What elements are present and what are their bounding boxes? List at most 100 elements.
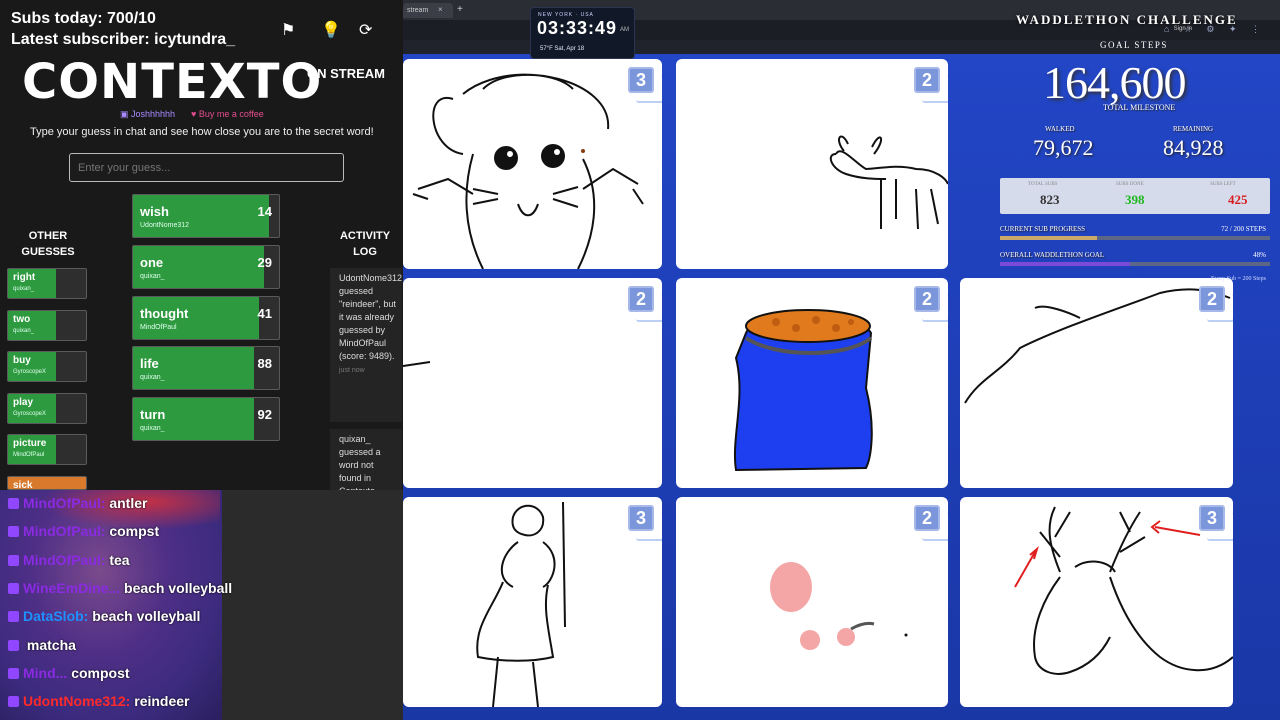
other-guess-card: play GyroscopeX xyxy=(7,392,87,424)
overall-goal-bar xyxy=(1000,262,1270,266)
chat-username[interactable]: UdontNome312: xyxy=(23,693,130,709)
browser-tab-label: stream xyxy=(407,7,429,14)
twitch-icon xyxy=(8,498,19,509)
refresh-icon[interactable]: ⟳ xyxy=(359,20,372,40)
hamster-drawing xyxy=(412,73,644,269)
guess-rank: 41 xyxy=(257,305,272,321)
guess-word: life xyxy=(140,356,159,372)
top-guess-card: thought MindOfPaul 41 xyxy=(132,295,280,340)
flag-icon[interactable]: ⚑ xyxy=(281,20,295,40)
drawing-tile[interactable]: 2 xyxy=(676,59,948,269)
chat-text: matcha xyxy=(23,636,76,653)
browser-tab[interactable]: stream xyxy=(403,3,453,18)
lightbulb-icon[interactable]: 💡 xyxy=(321,20,341,40)
current-progress-fill xyxy=(1000,236,1098,240)
instruction-text: Type your guess in chat and see how clos… xyxy=(30,126,374,138)
chat-username[interactable]: Mind... xyxy=(23,665,67,681)
remaining-label: REMAINING xyxy=(1173,125,1214,133)
goal-overlay: GOAL STEPS 164,600 TOTAL MILESTONE WALKE… xyxy=(995,40,1270,290)
twitch-icon xyxy=(8,582,19,594)
overall-goal-label: OVERALL WADDLETHON GOAL xyxy=(1000,251,1105,259)
score-badge: 2 xyxy=(914,286,948,322)
subs-today: Subs today: 700/10 xyxy=(11,10,156,27)
chat-message: MindOfPaul: tea xyxy=(8,552,130,568)
log-text: UdontNome312 guessed "reindeer", but it … xyxy=(339,273,402,361)
chat-username[interactable]: MindOfPaul: xyxy=(23,523,105,539)
subs-done-value: 398 xyxy=(1125,192,1145,207)
drawing-tile[interactable]: 3 xyxy=(403,59,662,269)
chat-username[interactable]: MindOfPaul: xyxy=(23,495,105,511)
coffee-link[interactable]: ♥ Buy me a coffee xyxy=(191,109,264,119)
chat-text: reindeer xyxy=(130,693,190,710)
guess-rank: 14 xyxy=(257,204,272,219)
walked-value: 79,672 xyxy=(1033,135,1094,160)
guess-word: wish xyxy=(140,204,169,219)
drawing-tile[interactable]: 3 xyxy=(960,497,1233,707)
activity-log-title: ACTIVITY LOG xyxy=(339,230,391,258)
chat-message: WineEmDine... beach volleyball xyxy=(8,580,232,596)
pink-dots-drawing xyxy=(770,562,908,650)
drawing-tile[interactable]: 2 xyxy=(676,278,948,488)
goat-drawing xyxy=(829,135,948,230)
chat-username[interactable]: MindOfPaul: xyxy=(23,552,105,568)
total-subs-value: 823 xyxy=(1040,192,1060,207)
guess-author: quixan_ xyxy=(13,327,35,334)
empty-drawing xyxy=(403,361,431,367)
credit-user[interactable]: ▣ Joshhhhhh xyxy=(120,109,175,120)
overall-goal-fill xyxy=(1000,262,1130,266)
goal-total: 164,600 xyxy=(1043,57,1186,108)
subs-left-label: SUBS LEFT xyxy=(1210,182,1236,187)
guess-rank: 29 xyxy=(257,254,272,270)
guess-word: picture xyxy=(13,438,47,449)
waddlethon-title: WADDLETHON CHALLENGE xyxy=(1016,12,1238,27)
score-badge: 3 xyxy=(628,505,662,541)
guess-word: right xyxy=(13,272,36,283)
chat-message: UdontNome312: reindeer xyxy=(8,693,190,709)
drawing-tile[interactable]: 3 xyxy=(403,497,662,707)
chat-text: tea xyxy=(105,551,130,568)
chat-message: DataSlob: beach volleyball xyxy=(8,608,200,624)
contexto-logo: CONTEXTO xyxy=(22,54,323,110)
twitch-icon xyxy=(8,639,19,651)
chat-overlay: MindOfPaul: antler MindOfPaul: compst Mind… xyxy=(0,490,403,720)
current-progress-value: 72 / 200 STEPS xyxy=(1221,225,1266,233)
activity-log-entry: UdontNome312 guessed "reindeer", but it … xyxy=(330,268,402,422)
reindeer-drawing xyxy=(1014,506,1233,675)
other-guess-card: right quixan_ xyxy=(7,268,87,299)
guess-word: sick xyxy=(13,479,33,490)
line-drawing xyxy=(964,288,1231,404)
clock-weather: 57°F Sat, Apr 18 xyxy=(540,46,585,52)
chat-text: antler xyxy=(105,495,148,511)
chat-username[interactable]: WineEmDine... xyxy=(23,580,120,596)
new-tab-icon[interactable]: + xyxy=(457,4,463,15)
per-sub-note: Every Sub = 200 Steps xyxy=(1210,276,1266,282)
drawing-tile[interactable]: 2 xyxy=(960,278,1233,488)
bag-of-chips-drawing xyxy=(733,309,873,472)
clock-widget: NEW YORK · USA 03:33:49 AM 57°F Sat, Apr… xyxy=(531,8,634,58)
goal-total-label: TOTAL MILESTONE xyxy=(1103,103,1176,112)
guess-author: GyroscopeX xyxy=(13,410,47,417)
twitch-icon xyxy=(8,667,19,679)
activity-log-entry: quixan_ guessed a word not found in Cont… xyxy=(330,429,402,490)
twitch-icon xyxy=(8,611,19,623)
top-guess-card: turn quixan_ 92 xyxy=(132,397,280,442)
other-guess-card: picture MindOfPaul xyxy=(7,434,87,465)
drawing-tile[interactable]: 2 xyxy=(676,497,948,707)
guess-author: UdontNome312 xyxy=(140,222,190,229)
subs-done-label: SUBS DONE xyxy=(1116,182,1144,187)
guess-input[interactable] xyxy=(69,153,344,182)
chat-username[interactable]: DataSlob: xyxy=(23,608,88,624)
subs-summary: TOTAL SUBS 823 SUBS DONE 398 SUBS LEFT 4… xyxy=(1000,178,1270,214)
current-progress-bar xyxy=(1000,236,1270,240)
close-icon[interactable]: × xyxy=(438,5,443,14)
drawing-tile[interactable]: 2 xyxy=(403,278,662,488)
guess-author: MindOfPaul xyxy=(140,323,177,331)
score-badge: 2 xyxy=(628,286,662,322)
coffee-label: Buy me a coffee xyxy=(198,109,264,119)
score-badge: 2 xyxy=(914,67,948,103)
guess-rank: 88 xyxy=(257,356,272,372)
log-time: just now xyxy=(339,367,365,374)
guess-author: GyroscopeX xyxy=(13,369,47,375)
current-progress-label: CURRENT SUB PROGRESS xyxy=(1000,225,1086,233)
latest-subscriber: Latest subscriber: icytundra_ xyxy=(11,31,236,48)
